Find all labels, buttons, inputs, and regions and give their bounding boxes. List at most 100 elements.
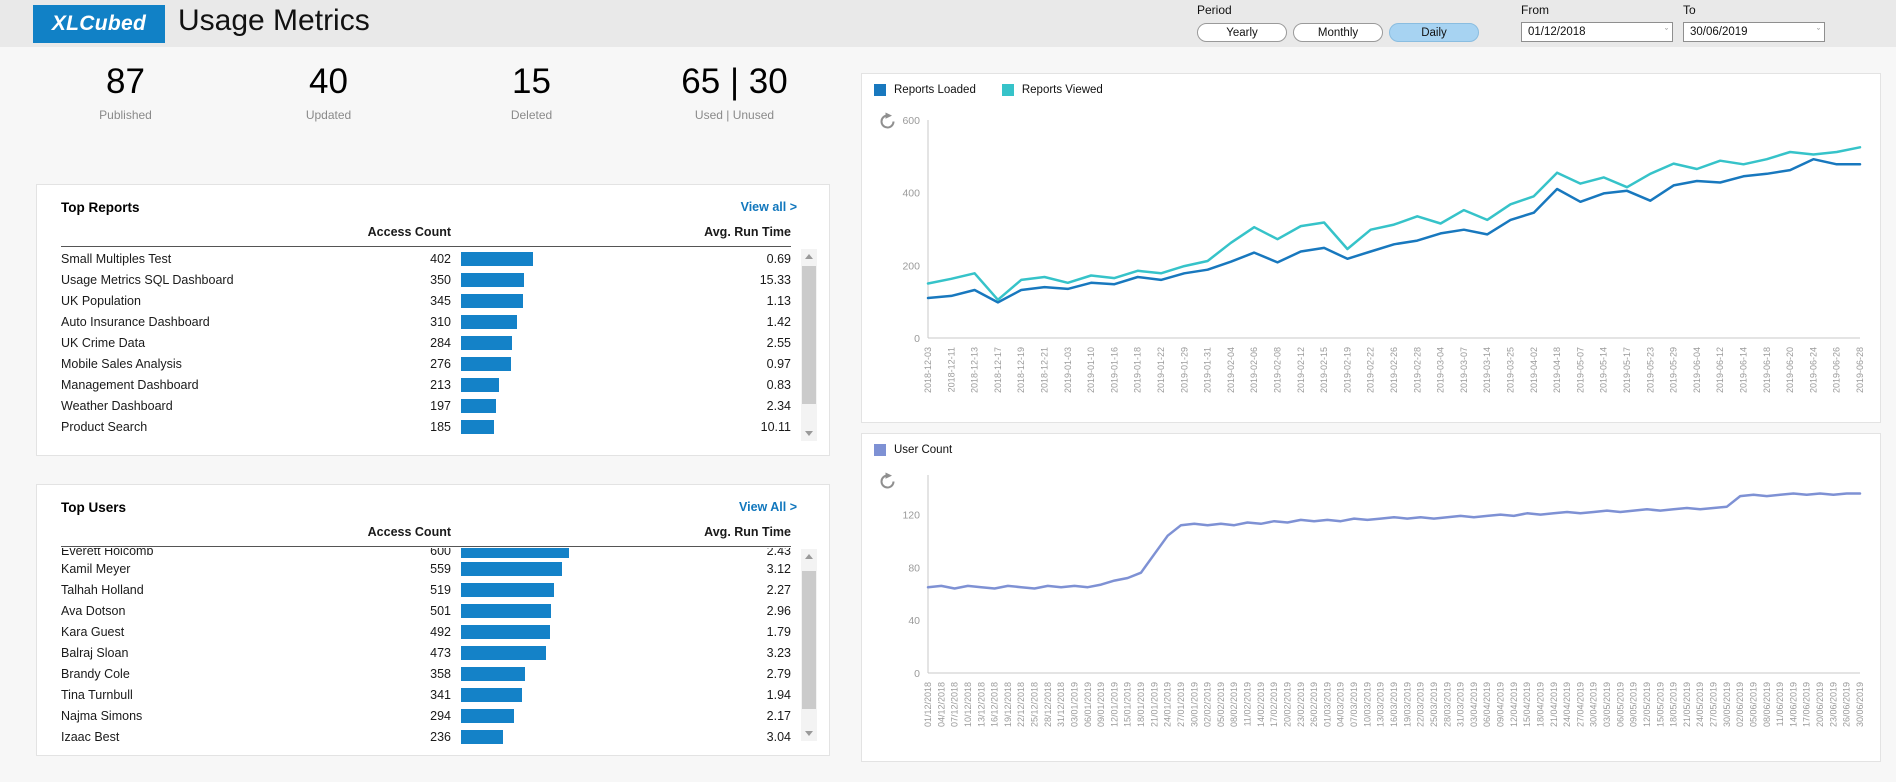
table-row[interactable]: Everett Holcomb 600 2.43 [61, 548, 791, 558]
row-bar-cell [451, 335, 611, 350]
reports-loaded-viewed-chart[interactable]: 0 200 400 600 2018-12-03 2018-12-11 2018-12-13… [862, 106, 1880, 422]
top-users-view-all-link[interactable]: View All > [739, 500, 797, 514]
scroll-down-icon[interactable] [801, 426, 817, 441]
scroll-up-icon[interactable] [801, 249, 817, 264]
row-name: Brandy Cole [61, 666, 130, 681]
period-monthly-button[interactable]: Monthly [1293, 23, 1383, 42]
svg-text:30/06/2019: 30/06/2019 [1855, 682, 1865, 727]
scrollbar-thumb[interactable] [802, 266, 816, 404]
from-date-input[interactable] [1528, 23, 1654, 41]
scroll-down-icon[interactable] [801, 726, 817, 741]
svg-text:28/12/2018: 28/12/2018 [1043, 682, 1053, 727]
row-access-count: 197 [430, 398, 451, 413]
svg-text:18/04/2019: 18/04/2019 [1535, 682, 1545, 727]
svg-text:21/01/2019: 21/01/2019 [1149, 682, 1159, 727]
row-name: UK Crime Data [61, 335, 146, 350]
row-avg-run-time: 2.17 [766, 708, 791, 723]
row-avg-run-time: 2.27 [766, 582, 791, 597]
chevron-down-icon[interactable]: ˇ [1665, 27, 1668, 37]
svg-text:2019-06-26: 2019-06-26 [1832, 347, 1842, 393]
row-bar-cell [451, 603, 611, 618]
top-reports-view-all-link[interactable]: View all > [741, 200, 797, 214]
legend-item[interactable]: Reports Loaded [874, 84, 976, 96]
top-users-scrollbar[interactable] [801, 549, 817, 741]
table-row[interactable]: Brandy Cole 358 2.79 [61, 663, 791, 684]
table-row[interactable]: Mobile Sales Analysis 276 0.97 [61, 353, 791, 374]
legend-item[interactable]: Reports Viewed [1001, 84, 1103, 96]
svg-text:18/01/2019: 18/01/2019 [1136, 682, 1146, 727]
table-row[interactable]: Management Dashboard 213 0.83 [61, 374, 791, 395]
from-date-field[interactable]: ˇ [1521, 22, 1673, 42]
svg-text:25/03/2019: 25/03/2019 [1429, 682, 1439, 727]
top-reports-scrollbar[interactable] [801, 249, 817, 441]
svg-text:24/04/2019: 24/04/2019 [1562, 682, 1572, 727]
table-row[interactable]: Kamil Meyer 559 3.12 [61, 558, 791, 579]
svg-text:28/03/2019: 28/03/2019 [1442, 682, 1452, 727]
svg-text:24/01/2019: 24/01/2019 [1163, 682, 1173, 727]
table-row[interactable]: Izaac Best 236 3.04 [61, 726, 791, 747]
kpi-deleted-label: Deleted [510, 108, 553, 122]
svg-text:31/03/2019: 31/03/2019 [1456, 682, 1466, 727]
svg-text:26/06/2019: 26/06/2019 [1842, 682, 1852, 727]
svg-text:2019-01-03: 2019-01-03 [1063, 347, 1073, 393]
scroll-up-icon[interactable] [801, 549, 817, 564]
row-avg-run-time: 2.79 [766, 666, 791, 681]
table-row[interactable]: Tina Turnbull 341 1.94 [61, 684, 791, 705]
top-header-bar: XLCubed Usage Metrics Period Yearly Mont… [0, 0, 1896, 47]
svg-text:11/06/2019: 11/06/2019 [1775, 682, 1785, 726]
table-row[interactable]: Kara Guest 492 1.79 [61, 621, 791, 642]
row-access-count: 519 [430, 582, 451, 597]
period-yearly-button[interactable]: Yearly [1197, 23, 1287, 42]
table-row[interactable]: Balraj Sloan 473 3.23 [61, 642, 791, 663]
svg-text:03/01/2019: 03/01/2019 [1069, 682, 1079, 727]
table-row[interactable]: Weather Dashboard 197 2.34 [61, 395, 791, 416]
to-date-field[interactable]: ˇ [1683, 22, 1825, 42]
row-name: Auto Insurance Dashboard [61, 314, 210, 329]
svg-text:22/03/2019: 22/03/2019 [1416, 682, 1426, 727]
top-users-header-row: Access Count Avg. Run Time [61, 525, 791, 547]
svg-text:03/05/2019: 03/05/2019 [1602, 682, 1612, 727]
table-row[interactable]: Najma Simons 294 2.17 [61, 705, 791, 726]
svg-text:14/06/2019: 14/06/2019 [1788, 682, 1798, 727]
svg-text:08/06/2019: 08/06/2019 [1762, 682, 1772, 727]
table-row[interactable]: Talhah Holland 519 2.27 [61, 579, 791, 600]
access-count-bar [461, 335, 512, 350]
row-avg-run-time: 1.42 [766, 314, 791, 329]
reports-chart-legend: Reports Loaded Reports Viewed [874, 84, 1103, 96]
table-row[interactable]: UK Crime Data 284 2.55 [61, 332, 791, 353]
user-count-chart[interactable]: 0408012001/12/2018 04/12/2018 07/12/2018 10… [862, 461, 1880, 761]
svg-text:15/04/2019: 15/04/2019 [1522, 682, 1532, 727]
svg-text:2018-12-19: 2018-12-19 [1016, 347, 1026, 393]
kpi-updated: 40 Updated [227, 62, 430, 142]
row-bar-cell [451, 582, 611, 597]
table-row[interactable]: Ava Dotson 501 2.96 [61, 600, 791, 621]
chevron-down-icon[interactable]: ˇ [1817, 27, 1820, 37]
svg-text:27/05/2019: 27/05/2019 [1709, 682, 1719, 727]
legend-swatch-icon [1001, 84, 1014, 96]
scrollbar-thumb[interactable] [802, 571, 816, 709]
table-row[interactable]: Auto Insurance Dashboard 310 1.42 [61, 311, 791, 332]
access-count-bar [461, 314, 517, 329]
table-row[interactable]: UK Population 345 1.13 [61, 290, 791, 311]
svg-text:05/02/2019: 05/02/2019 [1216, 682, 1226, 727]
clipped-table-row[interactable]: Everett Holcomb 600 2.43 [61, 548, 791, 558]
row-bar-cell [451, 293, 611, 308]
row-bar-cell [451, 356, 611, 371]
legend-label: Reports Viewed [1021, 84, 1103, 96]
row-bar-cell [451, 548, 611, 558]
svg-text:20/02/2019: 20/02/2019 [1282, 682, 1292, 727]
row-name: Ava Dotson [61, 603, 126, 618]
row-avg-run-time: 2.43 [766, 548, 791, 558]
table-row[interactable]: Usage Metrics SQL Dashboard 350 15.33 [61, 269, 791, 290]
legend-label: Reports Loaded [894, 84, 976, 96]
legend-item[interactable]: User Count [874, 444, 952, 456]
kpi-published-label: Published [99, 108, 152, 122]
to-date-input[interactable] [1690, 23, 1806, 41]
period-daily-button[interactable]: Daily [1389, 23, 1479, 42]
svg-text:2019-02-04: 2019-02-04 [1226, 347, 1236, 393]
table-row[interactable]: Product Search 185 10.11 [61, 416, 791, 437]
xlcubed-logo: XLCubed [33, 5, 165, 43]
svg-text:2019-06-20: 2019-06-20 [1785, 347, 1795, 393]
svg-text:27/04/2019: 27/04/2019 [1575, 682, 1585, 727]
table-row[interactable]: Small Multiples Test 402 0.69 [61, 248, 791, 269]
